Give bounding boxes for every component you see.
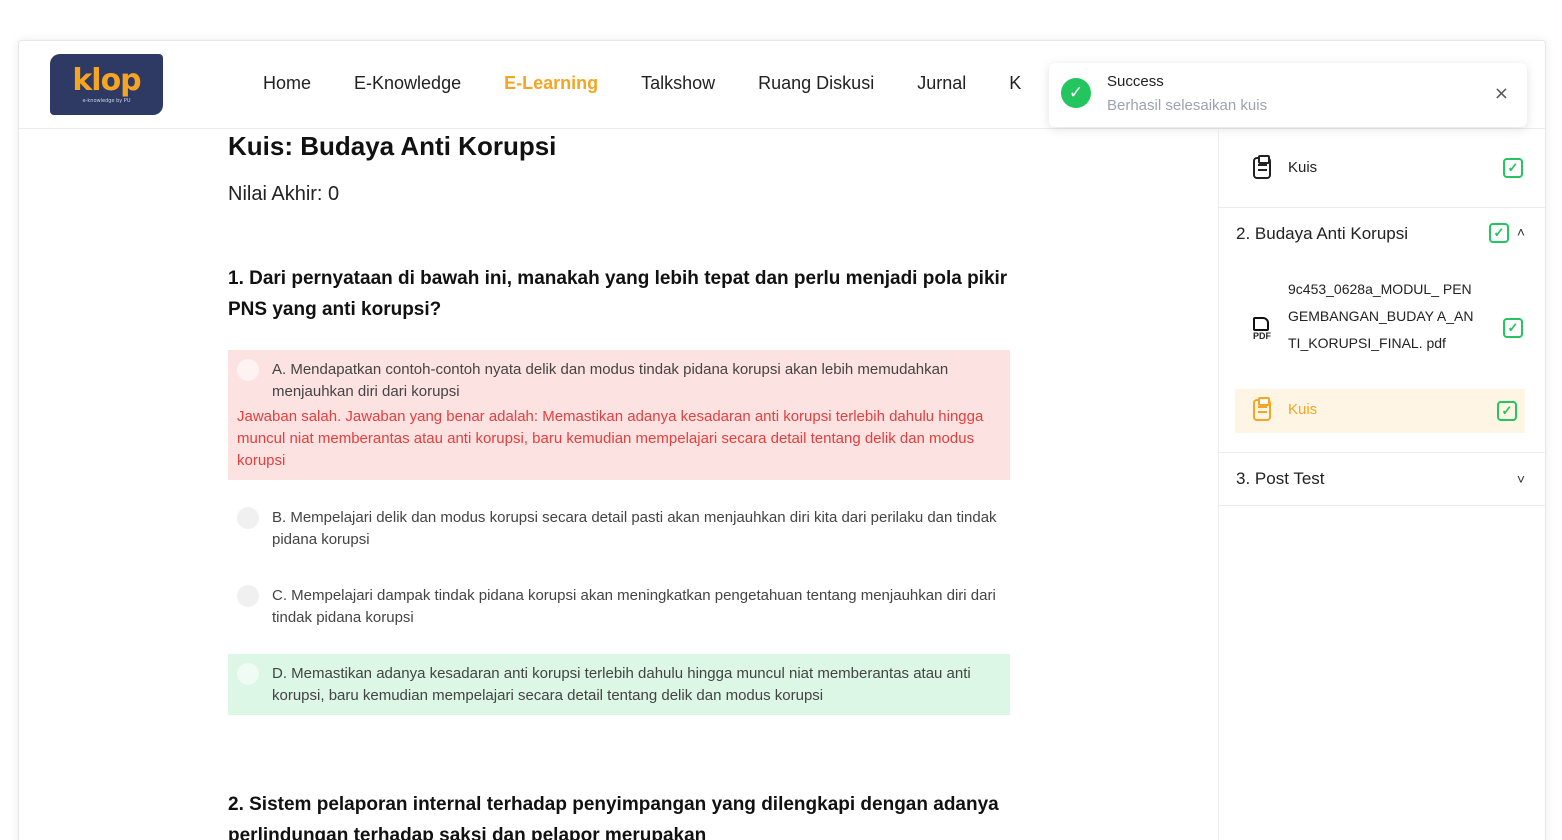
option-b-text: B. Mempelajari delik dan modus korupsi s… xyxy=(272,509,997,548)
option-c-text: C. Mempelajari dampak tindak pidana koru… xyxy=(272,587,996,626)
check-circle-icon: ✓ xyxy=(1061,78,1091,108)
success-toast: ✓ Success Berhasil selesaikan kuis × xyxy=(1049,63,1527,127)
main-nav: Home E-Knowledge E-Learning Talkshow Rua… xyxy=(263,73,1021,94)
option-b[interactable]: B. Mempelajari delik dan modus korupsi s… xyxy=(228,498,1010,559)
option-c[interactable]: C. Mempelajari dampak tindak pidana koru… xyxy=(228,576,1010,637)
question-2: 2. Sistem pelaporan internal terhadap pe… xyxy=(228,794,999,840)
final-score: Nilai Akhir: 0 xyxy=(228,183,340,205)
radio-d[interactable] xyxy=(237,663,259,685)
sidebar-item-label: Kuis xyxy=(1288,401,1318,418)
pdf-file-name: 9c453_0628a_MODUL_ PENGEMBANGAN_BUDAY A_… xyxy=(1288,281,1474,351)
nav-e-knowledge[interactable]: E-Knowledge xyxy=(354,73,461,94)
radio-c[interactable] xyxy=(237,585,259,607)
option-a-text: A. Mendapatkan contoh-contoh nyata delik… xyxy=(272,361,949,400)
close-icon[interactable]: × xyxy=(1494,83,1509,104)
nav-talkshow[interactable]: Talkshow xyxy=(641,73,715,94)
logo-word: klop xyxy=(72,62,141,98)
answer-feedback: Jawaban salah. Jawaban yang benar adalah… xyxy=(237,408,984,469)
radio-a[interactable] xyxy=(237,359,259,381)
nav-home[interactable]: Home xyxy=(263,73,311,94)
check-square-icon: ✓ xyxy=(1497,401,1517,421)
klop-logo[interactable]: klop e-knowledge by PU xyxy=(50,54,163,115)
course-sidebar: Kuis ✓ 2. Budaya Anti Korupsi ✓ ˄ PDF 9c… xyxy=(1218,129,1545,840)
check-square-icon: ✓ xyxy=(1489,223,1509,243)
nav-e-learning[interactable]: E-Learning xyxy=(504,73,598,94)
option-a[interactable]: A. Mendapatkan contoh-contoh nyata delik… xyxy=(228,350,1010,480)
toast-message: Berhasil selesaikan kuis xyxy=(1107,97,1268,114)
logo-tagline: e-knowledge by PU xyxy=(82,97,131,104)
radio-b[interactable] xyxy=(237,507,259,529)
sidebar-item-kuis[interactable]: Kuis ✓ xyxy=(1219,149,1545,189)
nav-truncated-item[interactable]: K xyxy=(1009,73,1021,94)
section-title: 2. Budaya Anti Korupsi xyxy=(1236,224,1409,243)
section-title: 3. Post Test xyxy=(1236,469,1325,488)
question-1: 1. Dari pernyataan di bawah ini, manakah… xyxy=(228,268,1008,320)
clipboard-icon xyxy=(1253,397,1273,423)
sidebar-item-label: Kuis xyxy=(1288,159,1318,176)
check-square-icon: ✓ xyxy=(1503,318,1523,338)
app-window: klop e-knowledge by PU Home E-Knowledge … xyxy=(18,40,1546,840)
check-square-icon: ✓ xyxy=(1503,158,1523,178)
toast-title: Success xyxy=(1107,73,1164,90)
top-header: klop e-knowledge by PU Home E-Knowledge … xyxy=(19,41,1545,129)
section-budaya-anti-korupsi[interactable]: 2. Budaya Anti Korupsi ✓ ˄ xyxy=(1219,207,1545,257)
chevron-down-icon[interactable]: ˅ xyxy=(1517,471,1525,487)
section-post-test[interactable]: 3. Post Test ˅ xyxy=(1219,452,1545,506)
option-d[interactable]: D. Memastikan adanya kesadaran anti koru… xyxy=(228,654,1010,715)
nav-jurnal[interactable]: Jurnal xyxy=(917,73,966,94)
option-d-text: D. Memastikan adanya kesadaran anti koru… xyxy=(272,665,971,704)
sidebar-item-pdf[interactable]: PDF 9c453_0628a_MODUL_ PENGEMBANGAN_BUDA… xyxy=(1219,269,1545,379)
nav-ruang-diskusi[interactable]: Ruang Diskusi xyxy=(758,73,874,94)
clipboard-icon xyxy=(1253,155,1273,181)
page-title: Kuis: Budaya Anti Korupsi xyxy=(228,131,557,161)
sidebar-item-kuis-active[interactable]: Kuis ✓ xyxy=(1235,389,1525,433)
chevron-up-icon[interactable]: ˄ xyxy=(1517,224,1525,240)
pdf-file-icon: PDF xyxy=(1253,317,1273,341)
